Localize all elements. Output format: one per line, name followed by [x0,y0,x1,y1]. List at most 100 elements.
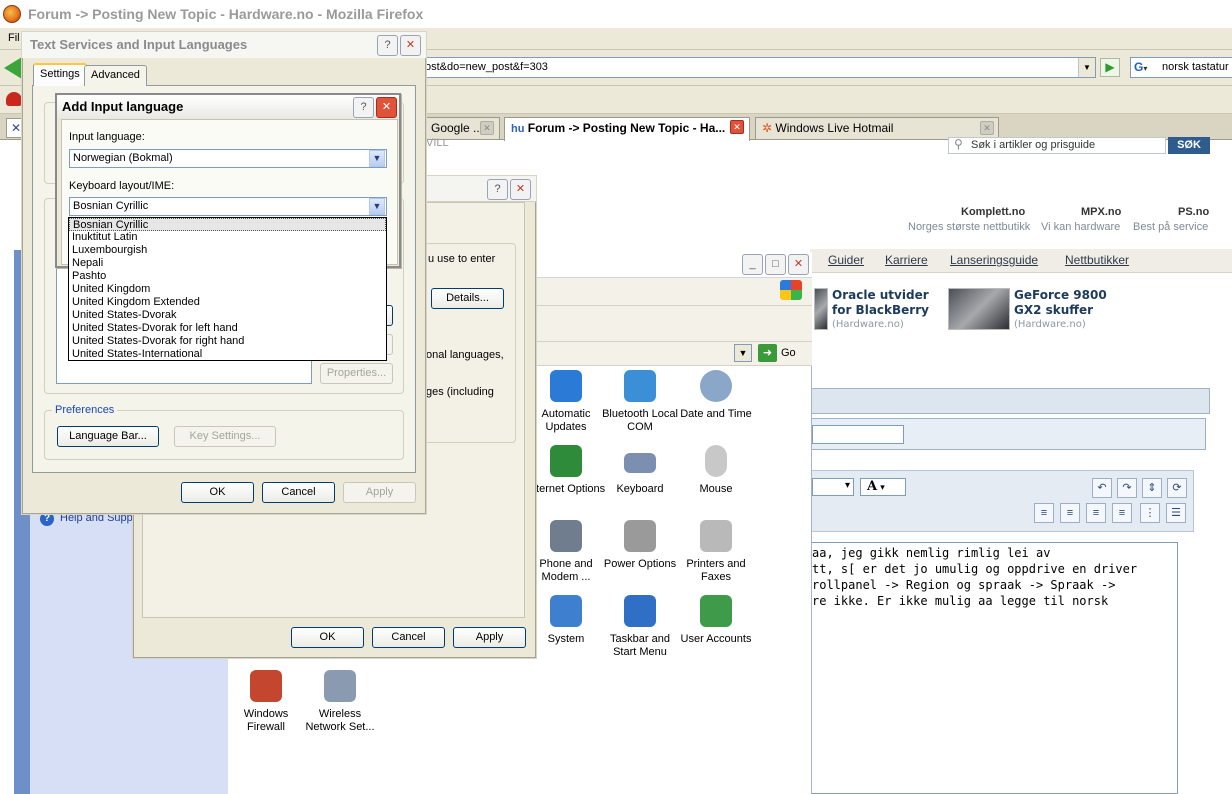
menu-file[interactable]: Fil [8,32,20,44]
minimize-icon[interactable]: _ [742,254,763,275]
control-panel-menubar [534,278,812,306]
nav-guider[interactable]: Guider [828,253,864,267]
nav-nettbutikker[interactable]: Nettbutikker [1065,253,1129,267]
news-thumbnail[interactable] [948,288,1010,330]
cp-item-taskbar[interactable]: Taskbar and Start Menu [600,595,680,659]
rl-text-1: u use to enter [428,253,496,265]
tab-close-icon[interactable]: ✕ [980,121,994,135]
rl-ok-button[interactable]: OK [291,627,364,648]
nav-karriere[interactable]: Karriere [885,253,928,267]
dropdown-option[interactable]: Nepali [69,257,386,270]
tab-hotmail[interactable]: ✲ Windows Live Hotmail [755,117,999,139]
dropdown-option[interactable]: United Kingdom [69,283,386,296]
help-icon[interactable]: ? [353,97,374,118]
url-dropdown-icon[interactable]: ▼ [1078,58,1095,77]
keyboard-layout-dropdown-list: Bosnian Cyrillic Inuktitut Latin Luxembo… [68,217,387,361]
dropdown-option[interactable]: Pashto [69,270,386,283]
site-search-button[interactable]: SØK [1168,137,1210,154]
help-icon[interactable]: ? [487,179,508,200]
align-left-icon[interactable]: ≡ [1060,503,1080,523]
language-bar-button[interactable]: Language Bar... [57,426,159,447]
tab-close-icon[interactable]: ✕ [730,120,744,134]
partner-mpx[interactable]: MPX.no [1081,206,1121,218]
cp-item-printers-faxes[interactable]: Printers and Faxes [676,520,756,584]
dropdown-option[interactable]: Inuktitut Latin [69,231,386,244]
tab-settings[interactable]: Settings [33,63,87,86]
address-dropdown-icon[interactable]: ▼ [734,344,752,362]
dropdown-option[interactable]: United Kingdom Extended [69,296,386,309]
tab-advanced[interactable]: Advanced [84,65,147,86]
details-button[interactable]: Details... [431,288,504,309]
ts-ok-button[interactable]: OK [181,482,254,503]
dropdown-option[interactable]: United States-Dvorak [69,309,386,322]
keyboard-layout-select[interactable]: Bosnian Cyrillic [69,197,387,216]
align-rtl-icon[interactable]: ≡ [1034,503,1054,523]
input-language-select[interactable]: Norwegian (Bokmal) [69,149,387,168]
cp-item-keyboard[interactable]: Keyboard [600,445,680,496]
cp-item-user-accounts[interactable]: User Accounts [676,595,756,646]
ts-cancel-button[interactable]: Cancel [262,482,335,503]
help-icon[interactable]: ? [377,35,398,56]
undo-icon[interactable]: ↶ [1092,478,1112,498]
cp-item-power-options[interactable]: Power Options [600,520,680,571]
unordered-list-icon[interactable]: ☰ [1166,503,1186,523]
go-button[interactable]: ▶ [1100,58,1120,77]
font-size-select[interactable] [812,478,854,496]
clock-icon [700,370,732,402]
close-icon[interactable]: ✕ [376,97,397,118]
dropdown-option[interactable]: United States-Dvorak for left hand [69,322,386,335]
cp-item-bluetooth[interactable]: Bluetooth Local COM [600,370,680,434]
cp-item-mouse[interactable]: Mouse [676,445,756,496]
close-icon[interactable]: ✕ [788,254,809,275]
rl-cancel-button[interactable]: Cancel [372,627,445,648]
tab-close-icon[interactable]: ✕ [480,121,494,135]
post-body-textarea[interactable]: aa, jeg gikk nemlig rimlig lei av tt, s[ … [812,542,1178,794]
rl-apply-button[interactable]: Apply [453,627,526,648]
chevron-down-icon[interactable]: ▼ [369,150,385,167]
control-panel-toolbar [534,306,812,342]
cp-item-date-time[interactable]: Date and Time [676,370,756,421]
firefox-search-input[interactable]: norsk tastatur [1159,57,1232,78]
cp-item-phone-modem[interactable]: Phone and Modem ... [526,520,606,584]
address-go-button[interactable]: Go [781,347,796,359]
rl-text-3: ges (including [426,386,494,398]
maximize-icon[interactable]: □ [765,254,786,275]
align-right-icon[interactable]: ≡ [1112,503,1132,523]
news-thumbnail[interactable] [814,288,828,330]
bookmark-icon[interactable] [6,92,22,106]
dropdown-option[interactable]: Luxembourgish [69,244,386,257]
header-fragment: VILL [426,137,449,149]
font-color-button[interactable]: A ▾ [860,478,906,496]
post-title-input[interactable] [812,425,904,444]
help-and-support-link[interactable]: ? Help and Support [40,512,146,526]
news-title[interactable]: Oracle utvider for BlackBerry [832,288,929,318]
dropdown-option[interactable]: United States-Dvorak for right hand [69,335,386,348]
cp-item-wireless-network[interactable]: Wireless Network Set... [300,670,380,734]
cp-item-label: Internet Options [526,483,606,495]
search-engine-icon[interactable]: G▾ [1130,57,1160,78]
site-search-input[interactable]: Søk i artikler og prisguide [948,137,1166,154]
redo-icon[interactable]: ↷ [1117,478,1137,498]
partner-ps[interactable]: PS.no [1178,206,1209,218]
dropdown-option[interactable]: United States-International [69,348,386,361]
back-arrow-icon[interactable] [4,57,22,79]
go-arrow-icon[interactable]: ➜ [758,344,777,362]
cp-item-internet-options[interactable]: Internet Options [526,445,606,496]
switch-mode-icon[interactable]: ⟳ [1167,478,1187,498]
cp-item-automatic-updates[interactable]: Automatic Updates [526,370,606,434]
ordered-list-icon[interactable]: ⋮ [1140,503,1160,523]
dropdown-option[interactable]: Bosnian Cyrillic [69,218,386,231]
partner-komplett[interactable]: Komplett.no [961,206,1025,218]
news-title[interactable]: GeForce 9800 GX2 skuffer [1014,288,1107,318]
url-input[interactable]: ost&do=new_post&f=303 [420,57,1096,78]
tab-forum[interactable]: hu Forum -> Posting New Topic - Ha... [504,117,750,141]
close-icon[interactable]: ✕ [510,179,531,200]
msn-butterfly-icon: ✲ [762,121,773,135]
close-icon[interactable]: ✕ [400,35,421,56]
cp-item-system[interactable]: System [526,595,606,646]
cp-item-windows-firewall[interactable]: Windows Firewall [226,670,306,734]
nav-lanseringsguide[interactable]: Lanseringsguide [950,253,1038,267]
align-center-icon[interactable]: ≡ [1086,503,1106,523]
chevron-down-icon[interactable]: ▼ [369,198,385,215]
resize-icon[interactable]: ⇕ [1142,478,1162,498]
